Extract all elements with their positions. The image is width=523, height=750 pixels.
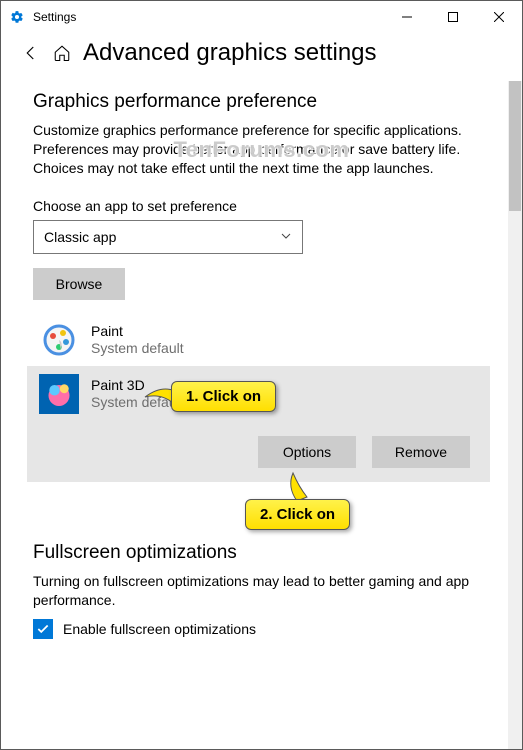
remove-button[interactable]: Remove [372, 436, 470, 468]
paint-icon [39, 320, 79, 360]
home-icon[interactable] [51, 44, 73, 62]
nav-row: Advanced graphics settings [1, 33, 522, 71]
options-button[interactable]: Options [258, 436, 356, 468]
content-area: Graphics performance preference Customiz… [1, 81, 522, 749]
checkbox-checked-icon [33, 619, 53, 639]
app-actions: Options Remove [27, 422, 490, 482]
options-label: Options [283, 444, 331, 460]
fullscreen-heading: Fullscreen optimizations [33, 542, 484, 564]
perf-heading: Graphics performance preference [33, 91, 484, 113]
page-title: Advanced graphics settings [83, 39, 377, 67]
app-name: Paint [91, 323, 184, 339]
back-button[interactable] [17, 39, 45, 67]
remove-label: Remove [395, 444, 447, 460]
minimize-button[interactable] [384, 1, 430, 33]
titlebar-title: Settings [33, 10, 384, 24]
app-row-paint[interactable]: Paint System default [33, 314, 484, 366]
chevron-down-icon [280, 229, 292, 245]
dropdown-value: Classic app [44, 229, 116, 245]
scroll-pane: Graphics performance preference Customiz… [1, 81, 508, 749]
fullscreen-checkbox-label: Enable fullscreen optimizations [63, 621, 256, 637]
close-button[interactable] [476, 1, 522, 33]
window-controls [384, 1, 522, 33]
scrollbar[interactable] [508, 81, 522, 749]
scrollbar-thumb[interactable] [509, 81, 521, 211]
callout-1: 1. Click on [171, 381, 276, 412]
browse-button[interactable]: Browse [33, 268, 125, 300]
settings-app-icon [9, 9, 25, 25]
callout-2: 2. Click on [245, 499, 350, 530]
settings-window: Settings Advanced graphics settings TenF… [0, 0, 523, 750]
titlebar: Settings [1, 1, 522, 33]
app-type-dropdown[interactable]: Classic app [33, 220, 303, 254]
perf-description: Customize graphics performance preferenc… [33, 121, 484, 178]
fullscreen-checkbox-row[interactable]: Enable fullscreen optimizations [33, 619, 484, 639]
paint3d-icon [39, 374, 79, 414]
browse-label: Browse [56, 276, 103, 292]
fullscreen-description: Turning on fullscreen optimizations may … [33, 572, 484, 610]
app-sub: System default [91, 340, 184, 356]
maximize-button[interactable] [430, 1, 476, 33]
choose-app-label: Choose an app to set preference [33, 198, 484, 214]
